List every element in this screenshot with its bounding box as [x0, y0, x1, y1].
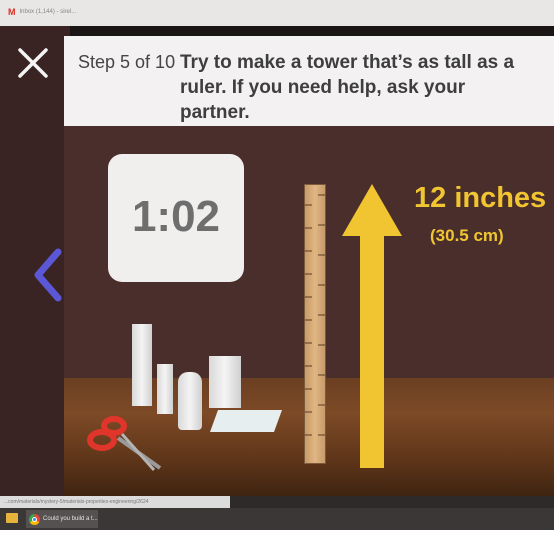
- height-label: 12 inches: [414, 182, 547, 214]
- height-arrow-icon: [342, 184, 402, 468]
- browser-tab-strip: M Inbox (1,144) - sirel...: [0, 0, 554, 26]
- taskbar-item-label: Could you build a t...: [43, 516, 98, 522]
- lesson-scene: 1:02 12 inches (30.5 cm): [64, 126, 554, 496]
- chrome-icon: [29, 513, 40, 525]
- ruler: [304, 184, 326, 464]
- folder-icon[interactable]: [6, 513, 18, 523]
- paper-tube: [132, 324, 152, 406]
- browser-tab-title: Inbox (1,144) - sirel...: [19, 9, 77, 15]
- height-metric-label: (30.5 cm): [430, 226, 504, 245]
- timer-card: 1:02: [108, 154, 244, 282]
- screen-photo: M Inbox (1,144) - sirel... Step 5 of 10 …: [0, 0, 554, 560]
- close-icon[interactable]: [16, 46, 50, 80]
- timer-value: 1:02: [131, 192, 221, 241]
- photo-border: [0, 530, 554, 560]
- chevron-left-icon[interactable]: [30, 246, 66, 304]
- browser-tab[interactable]: M Inbox (1,144) - sirel...: [8, 7, 76, 17]
- paper-tube: [209, 356, 241, 408]
- step-instruction: Try to make a tower that’s as tall as a …: [180, 52, 515, 123]
- taskbar-item-chrome[interactable]: Could you build a t...: [26, 510, 98, 528]
- paper-sheet: [209, 410, 283, 432]
- scissors-icon: [87, 416, 162, 471]
- gmail-icon: M: [8, 7, 16, 17]
- paper-tube: [157, 364, 173, 414]
- paper-tube: [178, 372, 202, 430]
- status-url: ...com/materials/mystery-5/materials-pro…: [0, 496, 230, 508]
- step-counter: Step 5 of 10: [78, 52, 176, 72]
